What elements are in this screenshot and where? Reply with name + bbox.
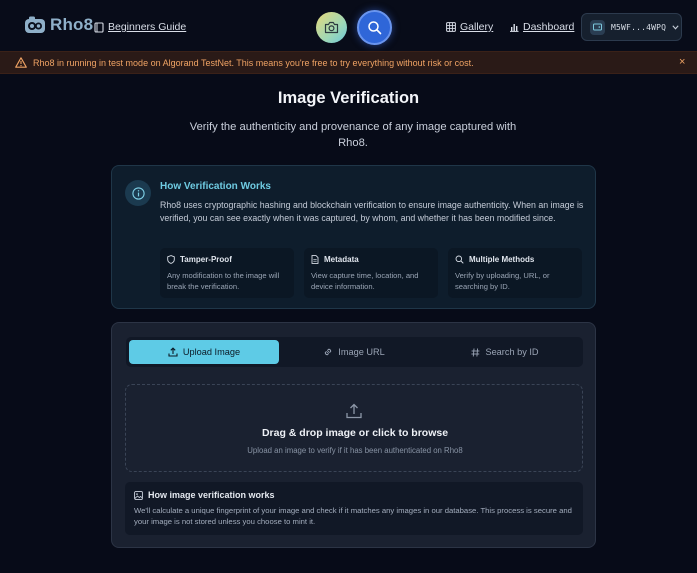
hash-icon [471,347,480,357]
tab-label: Image URL [338,347,385,357]
page-subtitle: Verify the authenticity and provenance o… [189,121,517,149]
feature-metadata: Metadata View capture time, location, an… [304,248,438,298]
feature-description: Verify by uploading, URL, or searching b… [455,271,550,291]
banner-message: Rho8 in running in test mode on Algorand… [33,58,474,68]
info-icon [125,180,151,206]
brand-logo[interactable]: Rho8 [24,15,93,35]
tab-upload-image[interactable]: Upload Image [129,340,279,364]
how-description: Rho8 uses cryptographic hashing and bloc… [160,200,584,223]
search-icon [368,21,382,35]
feature-multiple-methods: Multiple Methods Verify by uploading, UR… [448,248,582,298]
gallery-label: Gallery [460,21,494,33]
page-title: Image Verification [277,89,420,107]
info-title: How image verification works [148,490,275,500]
feature-title: Multiple Methods [469,255,535,264]
close-icon[interactable]: × [679,56,685,68]
search-icon [455,255,464,264]
capture-button[interactable] [316,12,347,43]
grid-icon [446,22,456,32]
tab-label: Upload Image [182,347,241,357]
how-verification-card: How Verification Works Rho8 uses cryptog… [111,165,596,309]
book-icon [94,21,104,33]
image-dropzone[interactable]: Drag & drop image or click to browse Upl… [125,384,583,472]
info-description: We'll calculate a unique fingerprint of … [134,506,572,526]
verify-button[interactable] [357,10,392,45]
verification-panel: Upload Image Image URL Search by ID Drag… [111,322,596,548]
camera-icon [324,21,339,34]
dropzone-title: Drag & drop image or click to browse [261,427,449,439]
how-title: How Verification Works [160,181,271,192]
top-header: Rho8 Beginners Guide Gallery Dashboard M… [0,0,697,52]
dropzone-subtitle: Upload an image to verify if it has been… [247,446,463,455]
upload-icon [346,403,362,419]
tab-image-url[interactable]: Image URL [279,340,429,364]
feature-description: Any modification to the image will break… [167,271,280,291]
beginners-guide-link[interactable]: Beginners Guide [94,21,186,33]
tab-label: Search by ID [485,347,539,357]
camera-logo-icon [25,16,45,33]
link-icon [325,348,332,356]
chevron-down-icon [672,24,679,30]
feature-title: Tamper-Proof [180,255,232,264]
file-icon [311,255,319,264]
upload-icon [168,347,178,357]
tab-search-by-id[interactable]: Search by ID [429,340,581,364]
dashboard-link[interactable]: Dashboard [509,21,574,33]
bar-chart-icon [510,24,519,32]
warning-icon [15,57,27,68]
verification-info-box: How image verification works We'll calcu… [125,482,583,535]
method-tabs: Upload Image Image URL Search by ID [126,337,583,367]
shield-icon [167,255,175,264]
wallet-icon [590,19,605,35]
feature-tamper-proof: Tamper-Proof Any modification to the ima… [160,248,294,298]
brand-name: Rho8 [50,15,94,34]
image-icon [134,490,143,500]
gallery-link[interactable]: Gallery [446,21,493,33]
feature-description: View capture time, location, and device … [311,271,419,291]
wallet-dropdown[interactable]: M5WF...4WPQ [581,13,682,41]
feature-title: Metadata [324,255,359,264]
dashboard-label: Dashboard [523,21,575,33]
wallet-address: M5WF...4WPQ [611,22,667,32]
testnet-banner: Rho8 in running in test mode on Algorand… [0,51,697,74]
beginners-guide-label: Beginners Guide [108,21,187,33]
